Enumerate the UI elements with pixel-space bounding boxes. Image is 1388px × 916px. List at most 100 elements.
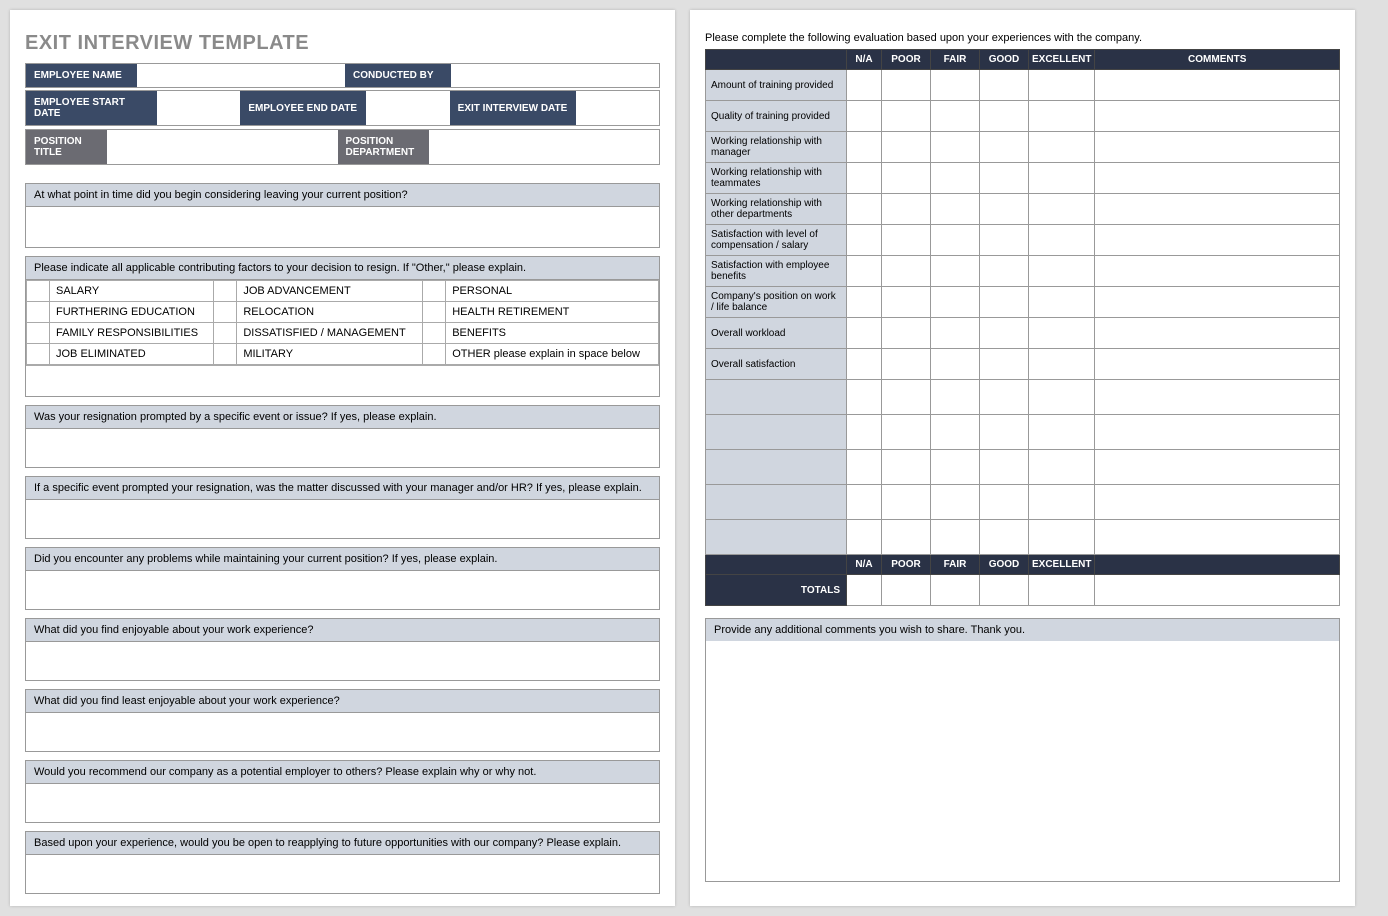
field-start-date[interactable] bbox=[157, 91, 240, 125]
eval-cell-rating[interactable] bbox=[980, 318, 1029, 349]
eval-cell-rating[interactable] bbox=[980, 520, 1029, 555]
eval-cell-rating[interactable] bbox=[931, 318, 980, 349]
eval-cell-rating[interactable] bbox=[931, 70, 980, 101]
eval-cell-comment[interactable] bbox=[1095, 415, 1340, 450]
eval-cell-rating[interactable] bbox=[847, 194, 882, 225]
eval-cell-rating[interactable] bbox=[847, 380, 882, 415]
eval-cell-rating[interactable] bbox=[847, 349, 882, 380]
factor-check[interactable] bbox=[27, 323, 50, 344]
eval-cell-rating[interactable] bbox=[1029, 256, 1095, 287]
eval-cell-rating[interactable] bbox=[882, 70, 931, 101]
eval-cell-rating[interactable] bbox=[1029, 520, 1095, 555]
field-conducted-by[interactable] bbox=[451, 64, 659, 87]
eval-cell-rating[interactable] bbox=[847, 132, 882, 163]
eval-cell-rating[interactable] bbox=[882, 194, 931, 225]
eval-cell-rating[interactable] bbox=[931, 287, 980, 318]
eval-cell-rating[interactable] bbox=[931, 256, 980, 287]
field-position-title[interactable] bbox=[107, 130, 338, 164]
eval-cell-rating[interactable] bbox=[931, 225, 980, 256]
eval-cell-rating[interactable] bbox=[931, 101, 980, 132]
factor-check[interactable] bbox=[27, 344, 50, 365]
eval-cell-rating[interactable] bbox=[931, 380, 980, 415]
field-employee-name[interactable] bbox=[137, 64, 345, 87]
eval-cell-comment[interactable] bbox=[1095, 101, 1340, 132]
eval-cell-rating[interactable] bbox=[1029, 225, 1095, 256]
eval-cell-rating[interactable] bbox=[980, 163, 1029, 194]
eval-cell-rating[interactable] bbox=[1029, 380, 1095, 415]
eval-cell-comment[interactable] bbox=[1095, 450, 1340, 485]
eval-cell-rating[interactable] bbox=[847, 70, 882, 101]
eval-cell-rating[interactable] bbox=[847, 163, 882, 194]
eval-total-poor[interactable] bbox=[882, 575, 931, 606]
eval-cell-rating[interactable] bbox=[847, 485, 882, 520]
field-exit-date[interactable] bbox=[576, 91, 659, 125]
eval-cell-rating[interactable] bbox=[980, 450, 1029, 485]
eval-cell-comment[interactable] bbox=[1095, 256, 1340, 287]
eval-cell-rating[interactable] bbox=[1029, 349, 1095, 380]
eval-cell-rating[interactable] bbox=[1029, 450, 1095, 485]
eval-cell-comment[interactable] bbox=[1095, 70, 1340, 101]
eval-cell-rating[interactable] bbox=[931, 349, 980, 380]
eval-total-good[interactable] bbox=[980, 575, 1029, 606]
eval-cell-comment[interactable] bbox=[1095, 380, 1340, 415]
eval-cell-rating[interactable] bbox=[980, 225, 1029, 256]
eval-cell-rating[interactable] bbox=[931, 415, 980, 450]
eval-cell-rating[interactable] bbox=[882, 450, 931, 485]
eval-cell-rating[interactable] bbox=[882, 380, 931, 415]
eval-cell-rating[interactable] bbox=[847, 256, 882, 287]
eval-cell-rating[interactable] bbox=[847, 450, 882, 485]
factor-check[interactable] bbox=[423, 281, 446, 302]
factor-check[interactable] bbox=[214, 281, 237, 302]
eval-cell-rating[interactable] bbox=[1029, 287, 1095, 318]
factor-check[interactable] bbox=[214, 344, 237, 365]
eval-cell-rating[interactable] bbox=[931, 132, 980, 163]
eval-cell-rating[interactable] bbox=[931, 450, 980, 485]
field-position-dept[interactable] bbox=[429, 130, 660, 164]
eval-cell-rating[interactable] bbox=[1029, 485, 1095, 520]
eval-total-comments[interactable] bbox=[1095, 575, 1340, 606]
eval-cell-rating[interactable] bbox=[882, 415, 931, 450]
eval-cell-comment[interactable] bbox=[1095, 132, 1340, 163]
eval-cell-rating[interactable] bbox=[1029, 163, 1095, 194]
factor-check[interactable] bbox=[27, 302, 50, 323]
answer-9[interactable] bbox=[26, 855, 659, 893]
eval-cell-rating[interactable] bbox=[882, 349, 931, 380]
eval-total-fair[interactable] bbox=[931, 575, 980, 606]
factor-check[interactable] bbox=[423, 344, 446, 365]
eval-cell-rating[interactable] bbox=[980, 349, 1029, 380]
factor-other-explain[interactable] bbox=[26, 365, 659, 396]
answer-5[interactable] bbox=[26, 571, 659, 609]
eval-cell-comment[interactable] bbox=[1095, 485, 1340, 520]
eval-cell-rating[interactable] bbox=[882, 520, 931, 555]
eval-cell-rating[interactable] bbox=[1029, 132, 1095, 163]
eval-total-na[interactable] bbox=[847, 575, 882, 606]
eval-cell-rating[interactable] bbox=[980, 132, 1029, 163]
eval-cell-comment[interactable] bbox=[1095, 520, 1340, 555]
eval-cell-rating[interactable] bbox=[980, 485, 1029, 520]
answer-6[interactable] bbox=[26, 642, 659, 680]
eval-cell-rating[interactable] bbox=[882, 256, 931, 287]
factor-check[interactable] bbox=[214, 323, 237, 344]
eval-cell-rating[interactable] bbox=[980, 287, 1029, 318]
eval-cell-rating[interactable] bbox=[1029, 70, 1095, 101]
eval-cell-rating[interactable] bbox=[882, 485, 931, 520]
eval-cell-rating[interactable] bbox=[882, 225, 931, 256]
eval-cell-comment[interactable] bbox=[1095, 287, 1340, 318]
eval-cell-rating[interactable] bbox=[980, 194, 1029, 225]
eval-cell-rating[interactable] bbox=[931, 194, 980, 225]
eval-cell-rating[interactable] bbox=[847, 318, 882, 349]
eval-cell-comment[interactable] bbox=[1095, 163, 1340, 194]
answer-4[interactable] bbox=[26, 500, 659, 538]
factor-check[interactable] bbox=[27, 281, 50, 302]
eval-cell-rating[interactable] bbox=[1029, 415, 1095, 450]
eval-cell-rating[interactable] bbox=[980, 256, 1029, 287]
field-end-date[interactable] bbox=[366, 91, 449, 125]
eval-total-excellent[interactable] bbox=[1029, 575, 1095, 606]
eval-cell-rating[interactable] bbox=[847, 415, 882, 450]
eval-cell-rating[interactable] bbox=[882, 101, 931, 132]
eval-cell-rating[interactable] bbox=[1029, 101, 1095, 132]
answer-7[interactable] bbox=[26, 713, 659, 751]
eval-cell-rating[interactable] bbox=[931, 485, 980, 520]
eval-cell-rating[interactable] bbox=[882, 132, 931, 163]
eval-cell-rating[interactable] bbox=[980, 380, 1029, 415]
